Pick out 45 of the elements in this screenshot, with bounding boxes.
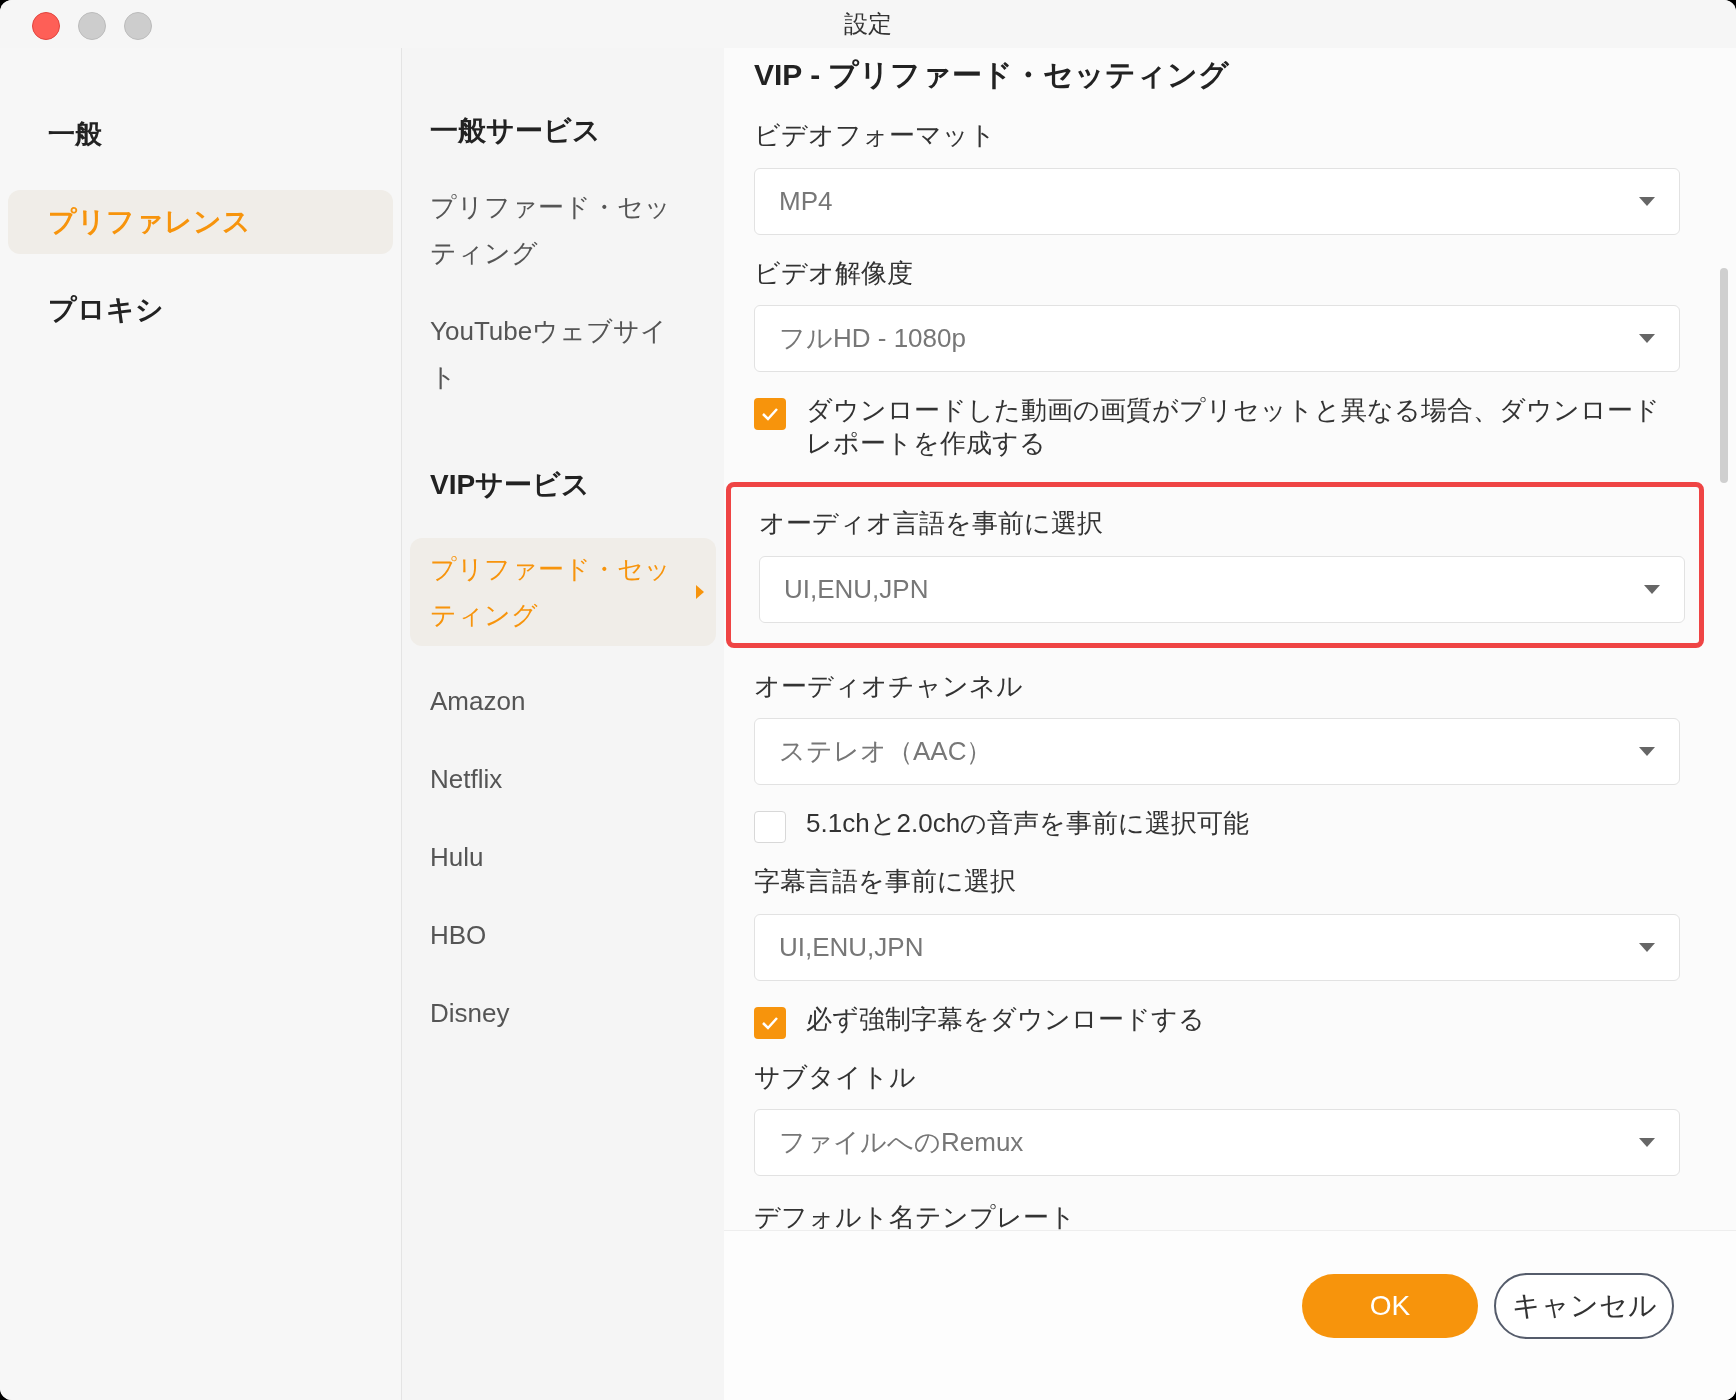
section-heading: 一般サービス [429, 114, 602, 148]
arrow-icon [696, 585, 704, 599]
setting-label: オーディオチャンネル [754, 669, 1024, 702]
checkbox[interactable] [754, 398, 786, 430]
caret-icon [1639, 196, 1655, 206]
checkbox-label: 必ず強制字幕をダウンロードする [806, 1002, 1206, 1036]
checkbox[interactable] [754, 1006, 786, 1039]
sidebar-heading: 一般 [47, 117, 103, 151]
setting-label: デフォルト名テンプレート [754, 1201, 1077, 1230]
caret-icon [1639, 334, 1655, 343]
dropdown[interactable]: フルHD - 1080p [754, 305, 1680, 372]
caret-icon [1644, 584, 1660, 594]
caret-icon [1639, 747, 1655, 756]
setting-label: オーディオ言語を事前に選択 [759, 507, 1104, 540]
checkmark-icon [761, 1015, 779, 1030]
setting-label: ビデオフォーマット [754, 119, 997, 152]
caret-icon [1639, 942, 1655, 952]
dropdown[interactable]: ファイルへのRemux [754, 1109, 1680, 1176]
setting-label: サブタイトル [754, 1060, 917, 1093]
minimize-button[interactable] [78, 12, 106, 40]
dropdown[interactable]: UI,ENU,JPN [754, 913, 1680, 981]
setting-label: ビデオ解像度 [754, 256, 914, 289]
service-item[interactable]: HBO [410, 912, 716, 958]
cancel-button[interactable]: キャンセル [1494, 1272, 1674, 1339]
dropdown[interactable]: UI,ENU,JPN [759, 555, 1685, 623]
checkbox[interactable] [754, 811, 786, 843]
checkbox-label: ダウンロードした動画の画質がプリセットと異なる場合、ダウンロードレポートを作成する [806, 394, 1661, 460]
window-title: 設定 [844, 9, 892, 39]
service-item[interactable]: Amazon [410, 678, 716, 724]
dropdown[interactable]: ステレオ（AAC） [754, 718, 1680, 785]
service-item[interactable]: Hulu [410, 834, 716, 880]
sidebar-item[interactable]: プロキシ [8, 278, 393, 342]
dropdown[interactable]: MP4 [754, 167, 1680, 235]
checkmark-icon [761, 407, 779, 421]
checkbox-label: 5.1chと2.0chの音声を事前に選択可能 [806, 807, 1251, 840]
page-title: VIP - プリファード・セッティング [754, 57, 1231, 93]
caret-icon [1639, 1138, 1655, 1147]
section-heading: VIPサービス [429, 468, 592, 502]
service-item[interactable]: プリファード・セッティング [410, 184, 716, 276]
setting-label: 字幕言語を事前に選択 [754, 865, 1017, 898]
zoom-button[interactable] [124, 12, 152, 40]
service-item[interactable]: YouTubeウェブサイト [410, 308, 716, 400]
close-button[interactable] [32, 12, 60, 40]
service-item[interactable]: Disney [410, 990, 716, 1036]
service-item[interactable]: Netflix [410, 756, 716, 802]
